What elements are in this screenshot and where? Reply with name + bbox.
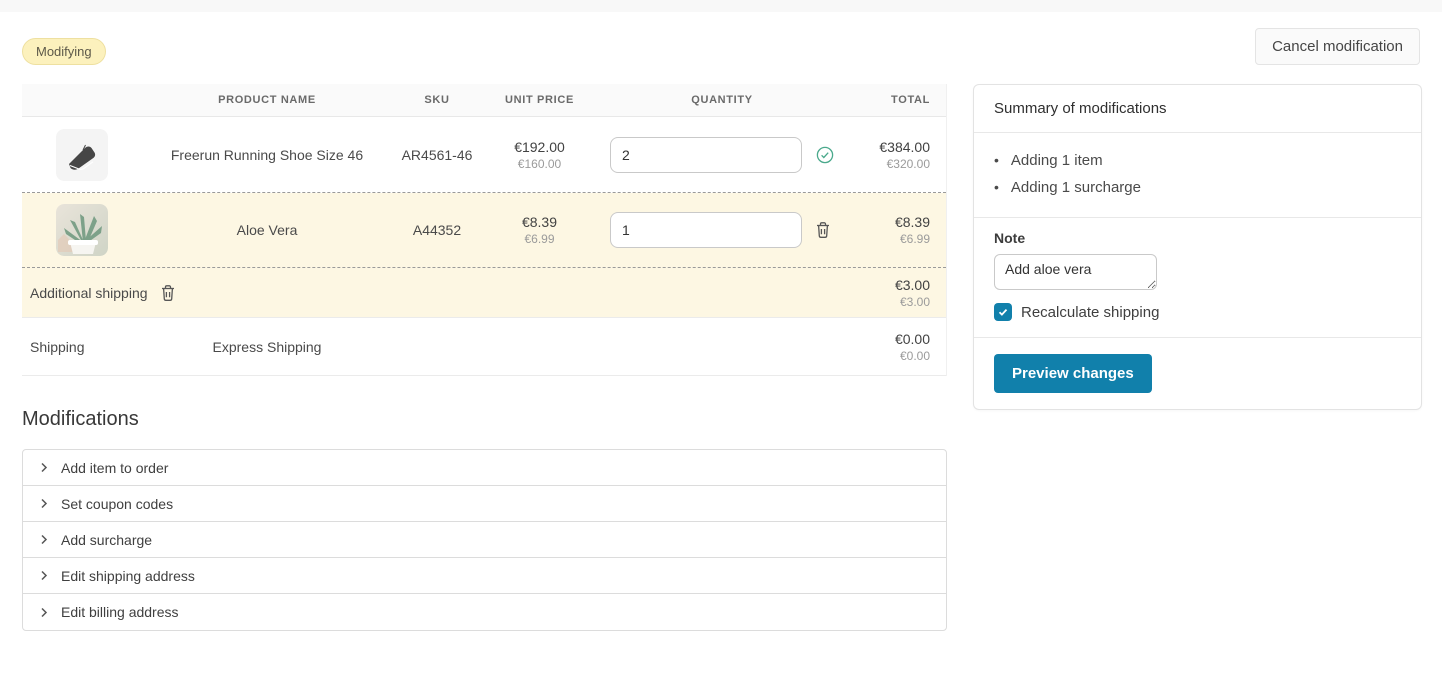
header-quantity: QUANTITY xyxy=(597,94,847,106)
table-header-row: PRODUCT NAME SKU UNIT PRICE QUANTITY TOT… xyxy=(22,84,946,117)
summary-bullet-text: Adding 1 item xyxy=(1011,152,1103,169)
table-row: Freerun Running Shoe Size 46 AR4561-46 €… xyxy=(22,117,946,193)
header-sku: SKU xyxy=(392,94,482,106)
accordion-edit-shipping-address[interactable]: Edit shipping address xyxy=(23,558,946,594)
unit-price-gross: €8.39 xyxy=(488,214,591,230)
order-items-section: PRODUCT NAME SKU UNIT PRICE QUANTITY TOT… xyxy=(22,84,947,631)
chevron-right-icon xyxy=(39,534,49,545)
status-badge: Modifying xyxy=(22,38,106,65)
header-unit-price: UNIT PRICE xyxy=(482,94,597,106)
chevron-right-icon xyxy=(39,462,49,473)
header-product-name: PRODUCT NAME xyxy=(142,94,392,106)
unit-price: €192.00 €160.00 xyxy=(482,139,597,171)
note-label: Note xyxy=(994,230,1401,246)
quantity-input[interactable] xyxy=(610,212,802,248)
unit-price-gross: €192.00 xyxy=(488,139,591,155)
order-modification-page: Modifying Cancel modification PRODUCT NA… xyxy=(0,12,1442,631)
shipping-label: Shipping xyxy=(22,339,142,355)
accordion-label: Set coupon codes xyxy=(61,496,173,512)
chevron-right-icon xyxy=(39,570,49,581)
chevron-right-icon xyxy=(39,607,49,618)
note-input[interactable]: Add aloe vera xyxy=(994,254,1157,290)
accordion-coupon-codes[interactable]: Set coupon codes xyxy=(23,486,946,522)
remove-item-button[interactable] xyxy=(815,221,831,239)
total-gross: €8.39 xyxy=(853,214,930,230)
shipping-method: Express Shipping xyxy=(142,339,392,355)
note-section: Note Add aloe vera Recalculate shipping xyxy=(974,218,1421,338)
modifications-accordion: Add item to order Set coupon codes Add s… xyxy=(22,449,947,631)
accordion-add-surcharge[interactable]: Add surcharge xyxy=(23,522,946,558)
surcharge-label: Additional shipping xyxy=(30,285,148,301)
accordion-label: Add item to order xyxy=(61,460,168,476)
table-row-new-item: Aloe Vera A44352 €8.39 €6.99 xyxy=(22,193,946,268)
shipping-row: Shipping Express Shipping €0.00 €0.00 xyxy=(22,318,946,376)
total-gross: €384.00 xyxy=(853,139,930,155)
list-item: • Adding 1 surcharge xyxy=(994,174,1401,201)
surcharge-row: Additional shipping xyxy=(22,268,946,318)
shipping-total: €0.00 €0.00 xyxy=(847,331,946,363)
product-name: Aloe Vera xyxy=(142,222,392,238)
product-image-shoe xyxy=(56,129,108,181)
total-net: €320.00 xyxy=(853,157,930,171)
quantity-input[interactable] xyxy=(610,137,802,173)
accordion-label: Add surcharge xyxy=(61,532,152,548)
order-items-table: PRODUCT NAME SKU UNIT PRICE QUANTITY TOT… xyxy=(22,84,947,376)
bullet-dot: • xyxy=(994,179,999,195)
cancel-modification-button[interactable]: Cancel modification xyxy=(1255,28,1420,65)
product-name: Freerun Running Shoe Size 46 xyxy=(142,147,392,163)
recalculate-shipping-checkbox[interactable] xyxy=(994,303,1012,321)
product-image-aloe xyxy=(56,204,108,256)
chevron-right-icon xyxy=(39,498,49,509)
top-band xyxy=(0,0,1442,12)
trash-icon xyxy=(160,284,176,302)
accordion-label: Edit billing address xyxy=(61,604,179,620)
summary-actions: Preview changes xyxy=(974,338,1421,409)
header-total: TOTAL xyxy=(847,94,946,106)
product-sku: A44352 xyxy=(392,222,482,238)
total-net: €3.00 xyxy=(853,295,930,309)
list-item: • Adding 1 item xyxy=(994,147,1401,174)
total-net: €0.00 xyxy=(853,349,930,363)
bullet-dot: • xyxy=(994,152,999,168)
check-circle-icon xyxy=(815,145,835,165)
surcharge-total: €3.00 €3.00 xyxy=(847,277,946,309)
summary-bullet-text: Adding 1 surcharge xyxy=(1011,179,1141,196)
recalculate-shipping-label: Recalculate shipping xyxy=(1021,304,1159,321)
accordion-label: Edit shipping address xyxy=(61,568,195,584)
unit-price: €8.39 €6.99 xyxy=(482,214,597,246)
total-net: €6.99 xyxy=(853,232,930,246)
total-gross: €0.00 xyxy=(853,331,930,347)
page-header: Modifying Cancel modification xyxy=(22,28,1420,76)
modifications-title: Modifications xyxy=(22,408,947,431)
row-total: €8.39 €6.99 xyxy=(847,214,946,246)
remove-surcharge-button[interactable] xyxy=(160,284,176,302)
total-gross: €3.00 xyxy=(853,277,930,293)
accordion-add-item[interactable]: Add item to order xyxy=(23,450,946,486)
unit-price-net: €160.00 xyxy=(488,157,591,171)
preview-changes-button[interactable]: Preview changes xyxy=(994,354,1152,393)
summary-bullet-list: • Adding 1 item • Adding 1 surcharge xyxy=(974,133,1421,218)
accordion-edit-billing-address[interactable]: Edit billing address xyxy=(23,594,946,630)
trash-icon xyxy=(815,221,831,239)
product-sku: AR4561-46 xyxy=(392,147,482,163)
row-total: €384.00 €320.00 xyxy=(847,139,946,171)
summary-title: Summary of modifications xyxy=(974,85,1421,133)
unit-price-net: €6.99 xyxy=(488,232,591,246)
summary-card: Summary of modifications • Adding 1 item… xyxy=(973,84,1422,410)
